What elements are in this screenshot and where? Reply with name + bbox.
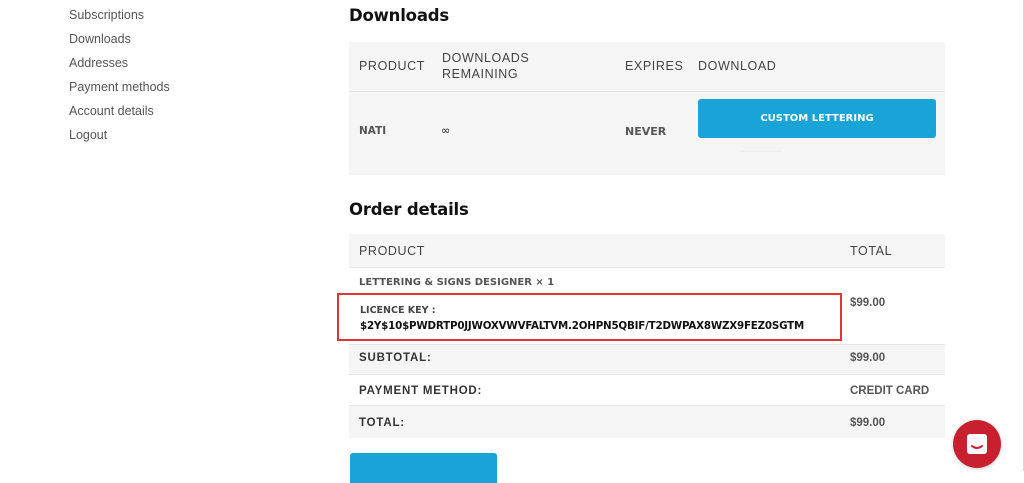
order-header-total: TOTAL: [850, 244, 893, 258]
faded-download-link: ▔▔▔▔▔▔: [741, 152, 783, 162]
download-product-name: NATI: [359, 125, 387, 137]
downloads-table: PRODUCT DOWNLOADS REMAINING EXPIRES DOWN…: [349, 42, 945, 175]
total-value: $99.00: [850, 417, 886, 429]
payment-method-value: CREDIT CARD: [850, 385, 930, 397]
nav-downloads[interactable]: Downloads: [69, 29, 170, 53]
nav-subscriptions[interactable]: Subscriptions: [69, 5, 170, 29]
subtotal-label: SUBTOTAL:: [359, 352, 432, 364]
nav-account-details[interactable]: Account details: [69, 101, 170, 125]
downloads-title: Downloads: [349, 6, 449, 25]
licence-key-highlight-box: [337, 293, 842, 341]
header-expires: EXPIRES: [625, 59, 684, 73]
total-label: TOTAL:: [359, 417, 405, 429]
downloads-remaining-value: ∞: [441, 124, 451, 137]
nav-payment-methods[interactable]: Payment methods: [69, 77, 170, 101]
account-navigation: Subscriptions Downloads Addresses Paymen…: [69, 5, 170, 149]
order-details-title: Order details: [349, 200, 469, 219]
chat-icon: [967, 434, 987, 454]
header-product: PRODUCT: [359, 59, 426, 73]
order-header-product: PRODUCT: [359, 244, 426, 258]
custom-lettering-download-button[interactable]: CUSTOM LETTERING: [698, 99, 936, 138]
header-downloads: DOWNLOADS: [442, 51, 530, 65]
payment-method-label: PAYMENT METHOD:: [359, 385, 483, 397]
header-remaining: REMAINING: [442, 67, 519, 81]
divider: [349, 344, 945, 345]
order-item-name: LETTERING & SIGNS DESIGNER × 1: [359, 277, 555, 288]
header-download: DOWNLOAD: [698, 59, 777, 73]
order-again-button[interactable]: [350, 453, 497, 483]
chat-launcher-button[interactable]: [953, 420, 1001, 468]
nav-logout[interactable]: Logout: [69, 125, 170, 149]
expires-value: NEVER: [625, 125, 667, 138]
divider: [349, 405, 945, 406]
subtotal-value: $99.00: [850, 352, 886, 364]
order-item-total: $99.00: [850, 297, 886, 309]
nav-addresses[interactable]: Addresses: [69, 53, 170, 77]
header-divider: [349, 91, 945, 92]
